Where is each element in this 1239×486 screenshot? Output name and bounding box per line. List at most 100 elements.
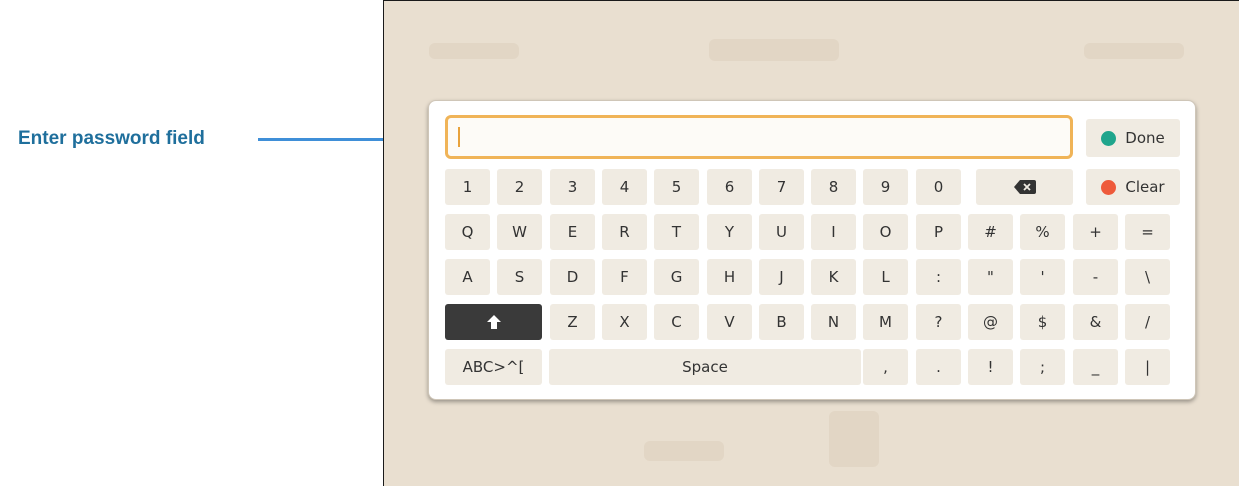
key-r2-13[interactable]: \ bbox=[1125, 259, 1170, 295]
key-label: ; bbox=[1039, 358, 1046, 376]
key-label: V bbox=[724, 313, 735, 331]
key-r1-1[interactable]: W bbox=[497, 214, 542, 250]
key-label: + bbox=[1089, 223, 1102, 241]
key-r1-5[interactable]: Y bbox=[707, 214, 752, 250]
key-r2-8[interactable]: L bbox=[863, 259, 908, 295]
space-label: Space bbox=[682, 358, 728, 376]
key-r4-3[interactable]: ; bbox=[1020, 349, 1065, 385]
key-label: ' bbox=[1040, 268, 1045, 286]
key-r1-9[interactable]: P bbox=[916, 214, 961, 250]
key-r2-7[interactable]: K bbox=[811, 259, 856, 295]
key-label: I bbox=[831, 223, 836, 241]
key-r1-6[interactable]: U bbox=[759, 214, 804, 250]
key-label: G bbox=[670, 268, 683, 286]
key-label: S bbox=[514, 268, 525, 286]
password-input[interactable] bbox=[445, 115, 1073, 159]
key-r1-13[interactable]: = bbox=[1125, 214, 1170, 250]
key-r0-5[interactable]: 6 bbox=[707, 169, 752, 205]
key-r1-3[interactable]: R bbox=[602, 214, 647, 250]
key-r3-11[interactable]: / bbox=[1125, 304, 1170, 340]
key-label: : bbox=[935, 268, 942, 286]
key-r4-0[interactable]: , bbox=[863, 349, 908, 385]
key-r0-6[interactable]: 7 bbox=[759, 169, 804, 205]
clear-button[interactable]: Clear bbox=[1086, 169, 1180, 205]
key-label: | bbox=[1144, 358, 1151, 376]
key-label: _ bbox=[1091, 358, 1100, 376]
key-label: @ bbox=[983, 313, 998, 331]
key-r3-3[interactable]: V bbox=[707, 304, 752, 340]
key-label: B bbox=[776, 313, 787, 331]
clear-label: Clear bbox=[1125, 178, 1165, 196]
key-r4-2[interactable]: ! bbox=[968, 349, 1013, 385]
key-r0-4[interactable]: 5 bbox=[654, 169, 699, 205]
key-r3-7[interactable]: ? bbox=[916, 304, 961, 340]
key-label: & bbox=[1089, 313, 1102, 331]
key-r2-3[interactable]: F bbox=[602, 259, 647, 295]
backspace-key[interactable] bbox=[976, 169, 1073, 205]
key-r1-12[interactable]: + bbox=[1073, 214, 1118, 250]
key-label: A bbox=[462, 268, 473, 286]
key-r0-2[interactable]: 3 bbox=[550, 169, 595, 205]
key-r2-6[interactable]: J bbox=[759, 259, 804, 295]
key-label: . bbox=[936, 358, 941, 376]
key-r2-5[interactable]: H bbox=[707, 259, 752, 295]
key-r0-3[interactable]: 4 bbox=[602, 169, 647, 205]
key-r3-6[interactable]: M bbox=[863, 304, 908, 340]
done-button[interactable]: Done bbox=[1086, 119, 1180, 157]
key-r1-7[interactable]: I bbox=[811, 214, 856, 250]
key-r1-8[interactable]: O bbox=[863, 214, 908, 250]
mode-switch-key[interactable]: ABC>^[ bbox=[445, 349, 542, 385]
key-label: L bbox=[881, 268, 890, 286]
key-r2-9[interactable]: : bbox=[916, 259, 961, 295]
key-r2-1[interactable]: S bbox=[497, 259, 542, 295]
key-r3-1[interactable]: X bbox=[602, 304, 647, 340]
key-r1-10[interactable]: # bbox=[968, 214, 1013, 250]
key-r2-12[interactable]: - bbox=[1073, 259, 1118, 295]
key-r3-0[interactable]: Z bbox=[550, 304, 595, 340]
shift-key[interactable] bbox=[445, 304, 542, 340]
key-r3-4[interactable]: B bbox=[759, 304, 804, 340]
key-label: X bbox=[619, 313, 630, 331]
key-r1-2[interactable]: E bbox=[550, 214, 595, 250]
key-r2-11[interactable]: ' bbox=[1020, 259, 1065, 295]
key-r3-5[interactable]: N bbox=[811, 304, 856, 340]
key-r0-1[interactable]: 2 bbox=[497, 169, 542, 205]
key-label: W bbox=[512, 223, 527, 241]
key-r3-9[interactable]: $ bbox=[1020, 304, 1065, 340]
key-r1-4[interactable]: T bbox=[654, 214, 699, 250]
key-label: Q bbox=[461, 223, 474, 241]
key-r2-0[interactable]: A bbox=[445, 259, 490, 295]
key-r1-11[interactable]: % bbox=[1020, 214, 1065, 250]
done-status-icon bbox=[1101, 130, 1117, 146]
key-r4-5[interactable]: | bbox=[1125, 349, 1170, 385]
key-r4-1[interactable]: . bbox=[916, 349, 961, 385]
key-label: $ bbox=[1037, 313, 1048, 331]
faded-header-logo bbox=[709, 39, 839, 61]
shift-up-arrow-icon bbox=[486, 315, 501, 329]
key-r3-2[interactable]: C bbox=[654, 304, 699, 340]
key-r3-10[interactable]: & bbox=[1073, 304, 1118, 340]
key-r2-4[interactable]: G bbox=[654, 259, 699, 295]
key-label: F bbox=[620, 268, 629, 286]
key-label: Y bbox=[724, 223, 735, 241]
faded-status-bar bbox=[429, 43, 519, 59]
faded-status-icons bbox=[1084, 43, 1184, 59]
key-r2-2[interactable]: D bbox=[550, 259, 595, 295]
faded-bottom-icon bbox=[829, 411, 879, 467]
space-key[interactable]: Space bbox=[549, 349, 861, 385]
key-r3-8[interactable]: @ bbox=[968, 304, 1013, 340]
key-label: P bbox=[933, 223, 944, 241]
key-label: # bbox=[984, 223, 997, 241]
key-label: 6 bbox=[724, 178, 735, 196]
key-r0-8[interactable]: 9 bbox=[863, 169, 908, 205]
key-label: K bbox=[828, 268, 839, 286]
key-r0-9[interactable]: 0 bbox=[916, 169, 961, 205]
key-r0-7[interactable]: 8 bbox=[811, 169, 856, 205]
key-r0-0[interactable]: 1 bbox=[445, 169, 490, 205]
key-label: 0 bbox=[933, 178, 944, 196]
key-label: 9 bbox=[880, 178, 891, 196]
key-r1-0[interactable]: Q bbox=[445, 214, 490, 250]
key-r4-4[interactable]: _ bbox=[1073, 349, 1118, 385]
key-label: 3 bbox=[567, 178, 578, 196]
key-r2-10[interactable]: " bbox=[968, 259, 1013, 295]
